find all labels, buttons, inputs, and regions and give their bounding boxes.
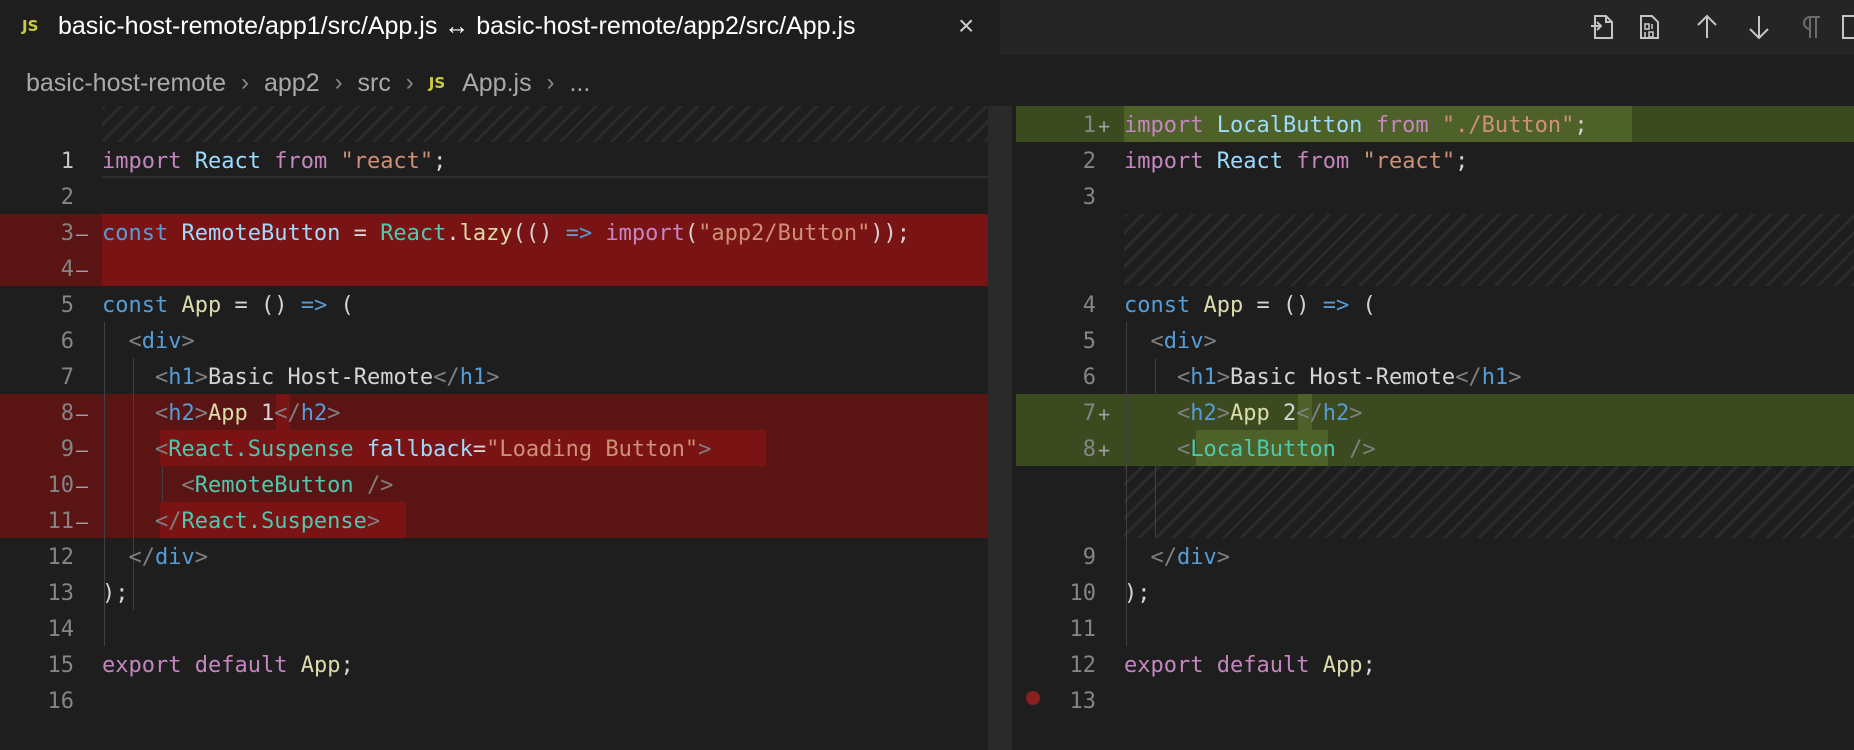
next-change-icon[interactable] [1744, 12, 1774, 42]
line-number: 11 [1069, 617, 1097, 642]
js-file-icon: JS [428, 74, 446, 93]
code-line[interactable]: <RemoteButton /> [102, 468, 393, 504]
editor-tab-diff[interactable]: JS basic-host-remote/app1/src/App.js ↔ b… [0, 0, 1000, 55]
code-line[interactable]: <React.Suspense fallback="Loading Button… [102, 432, 711, 468]
chevron-right-icon: › [405, 69, 414, 97]
deleted-line-marker: — [76, 222, 89, 246]
split-editor-icon[interactable] [1840, 12, 1854, 42]
inserted-line-marker: + [1098, 438, 1111, 462]
breadcrumb: basic-host-remote › app2 › src › JS App.… [26, 68, 590, 102]
line-number: 6 [1082, 365, 1096, 390]
breadcrumb-more[interactable]: ... [569, 69, 590, 98]
diff-original-pane[interactable]: 1 import React from "react"; 2 3— const Remo… [0, 106, 1012, 750]
inserted-line-marker: + [1098, 402, 1111, 426]
deleted-line-marker: — [76, 438, 89, 462]
line-number: 10 [47, 473, 75, 498]
code-line[interactable]: ); [1124, 576, 1151, 612]
code-line[interactable]: const App = () => ( [1124, 288, 1376, 324]
deleted-line-marker: — [76, 510, 89, 534]
code-line[interactable]: <h1>Basic Host-Remote</h1> [102, 360, 499, 396]
line-number: 2 [1082, 149, 1096, 174]
code-line[interactable]: import LocalButton from "./Button"; [1124, 108, 1588, 144]
breadcrumb-file[interactable]: App.js [462, 69, 531, 98]
line-number: 7 [1082, 401, 1096, 426]
line-number: 13 [47, 581, 75, 606]
code-line[interactable]: <div> [1124, 324, 1217, 360]
code-line[interactable]: const App = () => ( [102, 288, 354, 324]
code-line[interactable]: </div> [102, 540, 209, 576]
line-number: 4 [1082, 293, 1096, 318]
line-number: 9 [1082, 545, 1096, 570]
chevron-right-icon: › [241, 69, 250, 97]
line-number: 3 [60, 221, 74, 246]
code-line[interactable]: import React from "react"; [102, 144, 446, 180]
deleted-line-marker: — [76, 474, 89, 498]
code-line[interactable]: ); [102, 576, 129, 612]
code-line[interactable]: </React.Suspense> [102, 504, 380, 540]
line-number: 2 [60, 185, 74, 210]
whitespace-toggle-icon[interactable] [1796, 12, 1826, 42]
code-line[interactable]: import React from "react"; [1124, 144, 1468, 180]
previous-change-icon[interactable] [1692, 12, 1722, 42]
code-line[interactable]: <h2>App 1</h2> [102, 396, 341, 432]
tab-title: basic-host-remote/app1/src/App.js ↔ basi… [58, 12, 856, 40]
code-line[interactable]: const RemoteButton = React.lazy(() => im… [102, 216, 910, 252]
deleted-line-marker: — [76, 258, 89, 282]
line-number: 1 [60, 149, 74, 174]
code-line[interactable]: export default App; [102, 648, 354, 684]
line-number: 10 [1069, 581, 1097, 606]
line-number: 5 [1082, 329, 1096, 354]
chevron-right-icon: › [334, 69, 343, 97]
code-line[interactable]: </div> [1124, 540, 1231, 576]
deleted-line-marker: — [76, 402, 89, 426]
line-number: 5 [60, 293, 74, 318]
line-number: 7 [60, 365, 74, 390]
line-number: 8 [60, 401, 74, 426]
inserted-line-marker: + [1098, 114, 1111, 138]
tab-bar: JS basic-host-remote/app1/src/App.js ↔ b… [0, 0, 1854, 55]
line-number: 6 [60, 329, 74, 354]
diff-modified-pane[interactable]: 1 + import LocalButton from "./Button"; 2 im… [1016, 106, 1854, 750]
open-file-icon[interactable] [1588, 12, 1618, 42]
breadcrumb-item[interactable]: app2 [264, 69, 320, 98]
breadcrumb-item[interactable]: src [358, 69, 391, 98]
diff-overview-ruler[interactable] [988, 106, 1012, 750]
breadcrumb-item[interactable]: basic-host-remote [26, 69, 226, 98]
code-line[interactable]: <LocalButton /> [1124, 432, 1376, 468]
line-number: 4 [60, 257, 74, 282]
diff-hatch-filler [1124, 214, 1854, 286]
code-line[interactable]: <h2>App 2</h2> [1124, 396, 1363, 432]
close-icon[interactable]: × [958, 10, 974, 42]
line-number: 15 [47, 653, 75, 678]
code-line[interactable]: <div> [102, 324, 195, 360]
line-number: 12 [1069, 653, 1097, 678]
js-file-icon: JS [22, 17, 39, 35]
diff-hatch-filler [1124, 466, 1854, 538]
chevron-right-icon: › [546, 69, 555, 97]
diff-hatch-filler [102, 106, 1012, 142]
line-number: 16 [47, 689, 75, 714]
line-number: 3 [1082, 185, 1096, 210]
code-line[interactable]: <h1>Basic Host-Remote</h1> [1124, 360, 1521, 396]
line-number: 13 [1069, 689, 1097, 714]
line-number: 9 [60, 437, 74, 462]
line-number: 12 [47, 545, 75, 570]
line-number: 8 [1082, 437, 1096, 462]
line-number: 11 [47, 509, 75, 534]
line-number: 14 [47, 617, 75, 642]
code-line[interactable]: export default App; [1124, 648, 1376, 684]
line-number: 1 [1082, 113, 1096, 138]
binary-diff-icon[interactable] [1634, 12, 1664, 42]
